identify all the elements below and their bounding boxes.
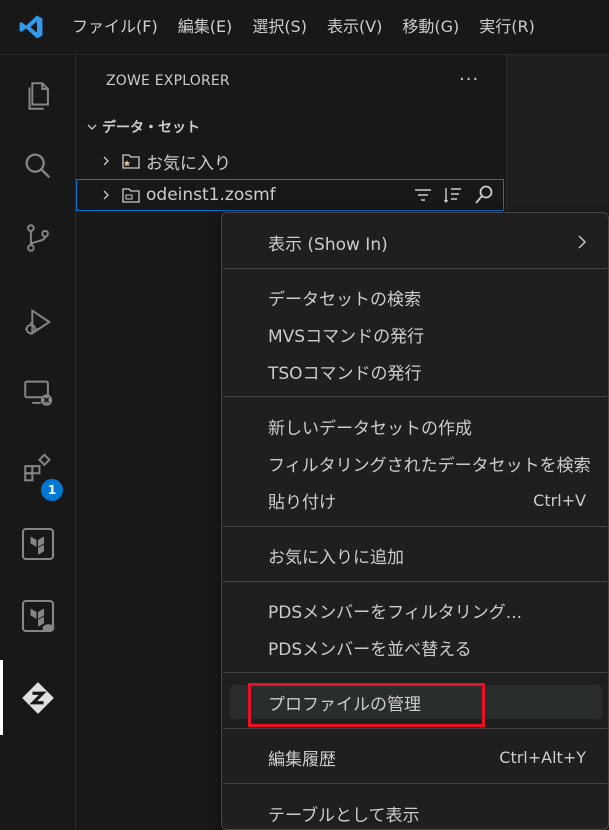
search-icon[interactable]: [473, 184, 495, 211]
menu-search-datasets[interactable]: データセットの検索: [230, 280, 602, 314]
menu-paste[interactable]: 貼り付け Ctrl+V: [230, 483, 602, 517]
terraform-icon[interactable]: [0, 513, 75, 575]
menu-bar: ファイル(F) 編集(E) 選択(S) 表示(V) 移動(G) 実行(R): [62, 0, 545, 54]
title-bar: ファイル(F) 編集(E) 選択(S) 表示(V) 移動(G) 実行(R): [0, 0, 609, 55]
menu-label: お気に入りに追加: [268, 547, 404, 568]
menu-filter-pds-members[interactable]: PDSメンバーをフィルタリング...: [230, 593, 602, 627]
menu-show-as-table[interactable]: テーブルとして表示: [230, 796, 602, 830]
menu-label: 貼り付け: [268, 492, 336, 513]
menu-separator: [223, 728, 607, 729]
extensions-badge: 1: [39, 477, 65, 503]
menu-label: 編集履歴: [268, 749, 336, 770]
activity-bar: 1: [0, 55, 76, 830]
remote-explorer-icon[interactable]: [0, 362, 75, 424]
menu-keybinding: Ctrl+Alt+Y: [499, 747, 586, 767]
menu-label: MVSコマンドの発行: [268, 326, 425, 347]
row-actions: [413, 184, 495, 211]
menu-separator: [223, 672, 607, 673]
extensions-icon[interactable]: 1: [0, 438, 75, 503]
run-debug-icon[interactable]: [0, 291, 75, 353]
menu-keybinding: Ctrl+V: [533, 490, 586, 510]
menu-label: 表示 (Show In): [268, 234, 388, 255]
chevron-right-icon: [576, 234, 588, 255]
menu-sort-pds-members[interactable]: PDSメンバーを並べ替える: [230, 630, 602, 664]
sort-icon[interactable]: [443, 185, 463, 210]
menu-go[interactable]: 移動(G): [392, 0, 469, 54]
tree-item-label: お気に入り: [146, 153, 231, 174]
menu-separator: [223, 526, 607, 527]
menu-run[interactable]: 実行(R): [469, 0, 545, 54]
menu-separator: [223, 783, 607, 784]
menu-label: PDSメンバーを並べ替える: [268, 639, 472, 660]
explorer-icon[interactable]: [0, 65, 75, 127]
menu-issue-mvs-command[interactable]: MVSコマンドの発行: [230, 317, 602, 351]
more-actions-button[interactable]: ···: [459, 69, 479, 90]
datasets-section-header[interactable]: データ・セット: [82, 115, 200, 139]
menu-separator: [223, 581, 607, 582]
terraform-cloud-icon[interactable]: [0, 585, 75, 647]
menu-separator: [223, 396, 607, 397]
menu-separator: [223, 268, 607, 269]
menu-label: テーブルとして表示: [268, 805, 420, 826]
vscode-logo-icon[interactable]: [0, 0, 62, 54]
menu-edit[interactable]: 編集(E): [168, 0, 243, 54]
zowe-explorer-icon[interactable]: [0, 660, 75, 735]
source-control-icon[interactable]: [0, 207, 75, 269]
chevron-right-icon: [96, 189, 116, 201]
menu-label: PDSメンバーをフィルタリング...: [268, 602, 523, 623]
menu-manage-profile[interactable]: プロファイルの管理: [230, 685, 602, 719]
menu-label: フィルタリングされたデータセットを検索: [268, 455, 591, 476]
chevron-right-icon: [96, 155, 116, 167]
menu-label: プロファイルの管理: [268, 694, 421, 715]
menu-create-dataset[interactable]: 新しいデータセットの作成: [230, 409, 602, 443]
section-title: データ・セット: [102, 120, 200, 136]
search-icon[interactable]: [0, 135, 75, 197]
tree-item-profile[interactable]: odeinst1.zosmf: [76, 179, 504, 211]
menu-issue-tso-command[interactable]: TSOコマンドの発行: [230, 354, 602, 388]
chevron-down-icon: [82, 121, 102, 133]
menu-selection[interactable]: 選択(S): [242, 0, 317, 54]
profile-folder-icon: [116, 185, 146, 205]
menu-view[interactable]: 表示(V): [317, 0, 392, 54]
menu-add-favorite[interactable]: お気に入りに追加: [230, 538, 602, 572]
context-menu: 表示 (Show In) データセットの検索 MVSコマンドの発行 TSOコマン…: [221, 212, 609, 830]
menu-label: 新しいデータセットの作成: [268, 418, 472, 439]
menu-search-filtered-datasets[interactable]: フィルタリングされたデータセットを検索: [230, 446, 602, 480]
sidebar-title: ZOWE EXPLORER: [106, 73, 230, 89]
menu-label: データセットの検索: [268, 289, 421, 310]
menu-show-in[interactable]: 表示 (Show In): [230, 225, 602, 259]
menu-label: TSOコマンドの発行: [268, 363, 422, 384]
tree-item-label: odeinst1.zosmf: [146, 185, 276, 205]
menu-edit-history[interactable]: 編集履歴 Ctrl+Alt+Y: [230, 740, 602, 774]
menu-file[interactable]: ファイル(F): [62, 0, 168, 54]
tree-item-favorites[interactable]: お気に入り: [76, 145, 504, 177]
filter-icon[interactable]: [413, 185, 433, 210]
favorite-folder-icon: [116, 151, 146, 171]
